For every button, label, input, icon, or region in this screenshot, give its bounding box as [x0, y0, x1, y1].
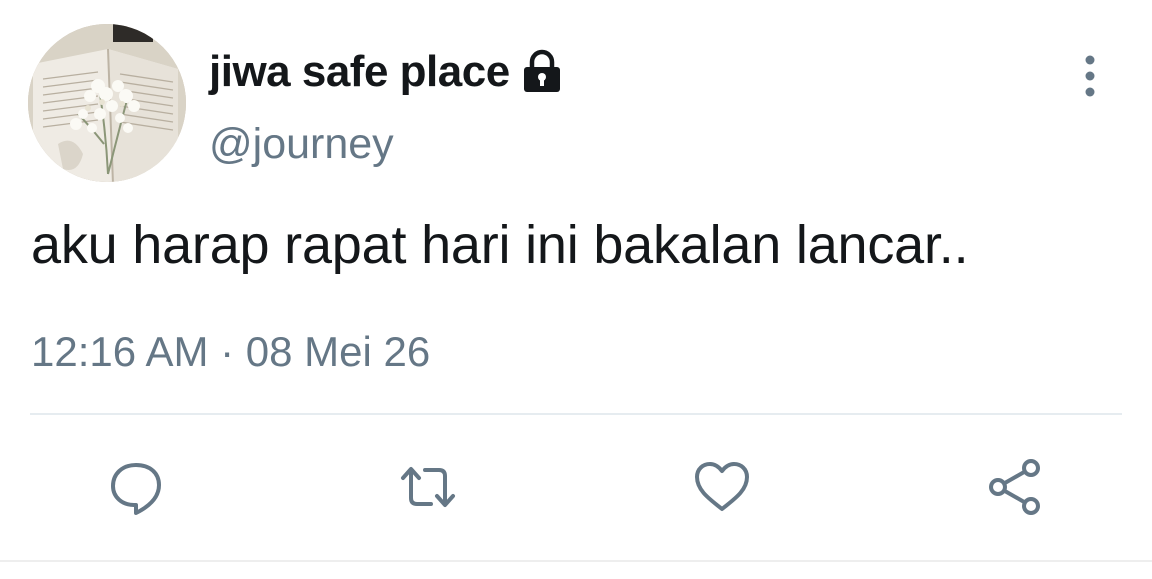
- share-button[interactable]: [980, 452, 1050, 522]
- divider: [30, 413, 1122, 415]
- share-icon: [989, 459, 1040, 515]
- display-name-row[interactable]: jiwa safe place: [209, 44, 566, 100]
- heart-icon: [695, 462, 749, 511]
- more-vertical-icon: [1085, 55, 1095, 97]
- avatar-image: [28, 24, 186, 182]
- retweet-button[interactable]: [393, 452, 463, 522]
- more-options-button[interactable]: [1066, 50, 1114, 102]
- tweet-text: aku harap rapat hari ini bakalan lancar.…: [31, 215, 969, 275]
- display-name[interactable]: jiwa safe place: [209, 47, 510, 97]
- like-button[interactable]: [687, 452, 757, 522]
- avatar[interactable]: [28, 24, 186, 182]
- reply-button[interactable]: [101, 452, 171, 522]
- tweet-timestamp[interactable]: 12:16 AM · 08 Mei 26: [31, 328, 430, 376]
- reply-icon: [111, 463, 161, 515]
- lock-icon: [518, 48, 566, 96]
- user-handle[interactable]: @journey: [209, 120, 394, 169]
- bottom-divider: [0, 560, 1152, 562]
- retweet-icon: [401, 467, 455, 507]
